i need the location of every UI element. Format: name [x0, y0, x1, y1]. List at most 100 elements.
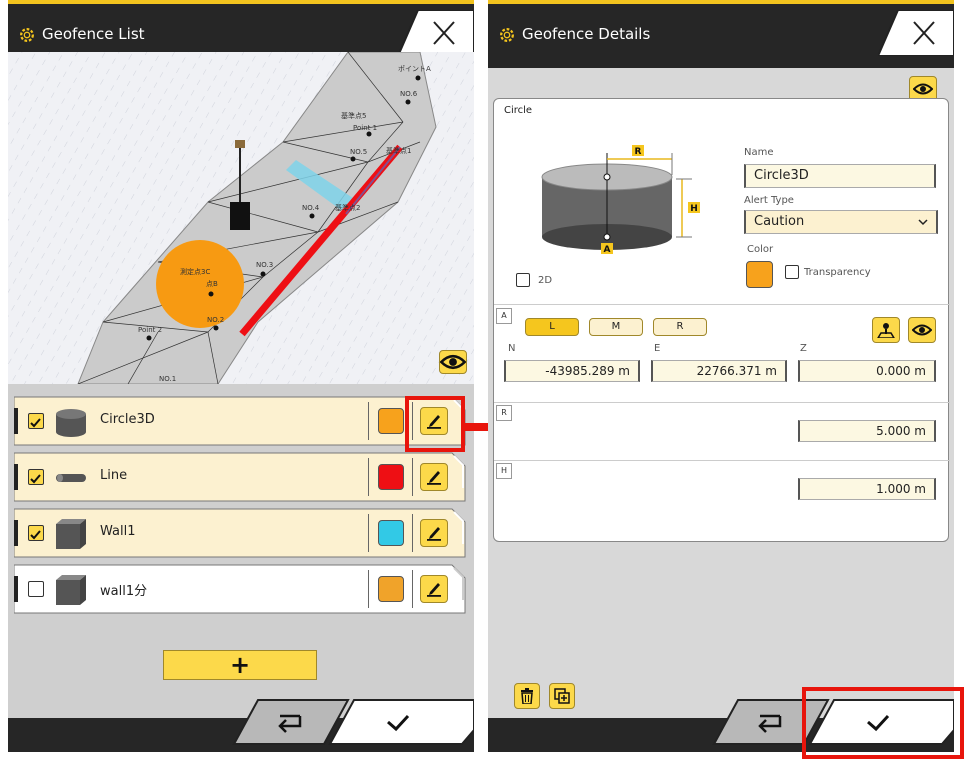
geofence-details-panel: Geofence Details Circle R H A 2D Name Ci… — [488, 0, 954, 752]
section-h-tag: H — [496, 463, 512, 479]
duplicate-button[interactable] — [549, 683, 575, 709]
section-r-tag: R — [496, 405, 512, 421]
visibility-checkbox[interactable] — [28, 413, 44, 429]
map-visibility-button[interactable] — [439, 350, 467, 374]
height-label: H — [690, 204, 698, 214]
e-label: E — [654, 343, 661, 354]
map-view[interactable]: ポイントA NO.6 基準点5 Point 1 NO.5 基準点1 NO.4 基… — [8, 52, 474, 384]
pencil-icon — [427, 527, 441, 541]
divider — [368, 570, 369, 608]
n-label: N — [508, 343, 516, 354]
close-button[interactable] — [396, 9, 474, 57]
name-label: Name — [744, 147, 774, 158]
plus-icon: + — [229, 651, 251, 679]
eye-icon — [912, 324, 932, 336]
radius-field[interactable]: 5.000 m — [798, 420, 936, 442]
align-right-button[interactable]: R — [653, 318, 707, 336]
map-label: NO.2 — [207, 316, 224, 324]
divider — [368, 458, 369, 496]
2d-checkbox[interactable] — [516, 273, 530, 287]
visibility-checkbox[interactable] — [28, 581, 44, 597]
confirm-highlight — [802, 687, 964, 759]
confirm-button[interactable] — [328, 699, 474, 745]
divider — [412, 514, 413, 552]
map-label: 測定点3C — [180, 267, 210, 276]
map-label: Point 1 — [353, 124, 377, 132]
check-icon — [30, 474, 41, 484]
edit-button[interactable] — [420, 463, 448, 491]
visibility-checkbox[interactable] — [28, 525, 44, 541]
alert-type-select[interactable]: Caution — [744, 210, 938, 234]
map-canvas[interactable]: ポイントA NO.6 基準点5 Point 1 NO.5 基準点1 NO.4 基… — [8, 52, 474, 384]
close-button[interactable] — [876, 9, 954, 57]
copy-icon — [554, 688, 570, 704]
point-visibility-button[interactable] — [908, 317, 936, 343]
map-label: Point 2 — [138, 326, 162, 334]
box-icon — [56, 519, 86, 549]
geofence-name: Circle3D — [100, 412, 155, 427]
e-coordinate-field[interactable]: 22766.371 m — [651, 360, 787, 382]
chevron-down-icon — [918, 219, 928, 226]
transparency-checkbox[interactable] — [785, 265, 799, 279]
position-from-machine-button[interactable] — [872, 317, 900, 343]
map-label: 基準点5 — [341, 111, 366, 120]
edit-button[interactable] — [420, 519, 448, 547]
edit-button[interactable] — [420, 575, 448, 603]
pencil-icon — [427, 471, 441, 485]
section-a-tag: A — [496, 308, 512, 324]
alert-type-value: Caution — [754, 214, 805, 229]
page-title: Geofence List — [42, 25, 145, 43]
name-field[interactable]: Circle3D — [744, 164, 936, 188]
divider — [412, 458, 413, 496]
align-left-button[interactable]: L — [525, 318, 579, 336]
color-swatch[interactable] — [378, 408, 404, 434]
z-label: Z — [800, 343, 807, 354]
delete-button[interactable] — [514, 683, 540, 709]
circle3d-geofence[interactable] — [156, 240, 244, 328]
list-item[interactable]: Circle3D — [14, 396, 466, 446]
visibility-checkbox[interactable] — [28, 469, 44, 485]
list-item[interactable]: Wall1 — [14, 508, 466, 558]
trash-icon — [521, 688, 533, 704]
pencil-icon — [427, 583, 441, 597]
divider — [368, 514, 369, 552]
check-icon — [30, 530, 41, 540]
map-label: NO.4 — [302, 204, 320, 212]
cylinder-diagram: R H A — [541, 145, 700, 255]
map-label: NO.6 — [400, 90, 418, 98]
gear-icon — [500, 28, 514, 42]
color-swatch[interactable] — [378, 576, 404, 602]
geofence-name: Wall1 — [100, 524, 136, 539]
color-swatch[interactable] — [378, 520, 404, 546]
line-icon — [56, 474, 86, 482]
geofence-name: Line — [100, 468, 128, 483]
back-button[interactable] — [232, 699, 350, 745]
edit-highlight — [405, 396, 465, 452]
map-label: NO.3 — [256, 261, 273, 269]
divider — [412, 570, 413, 608]
transparency-label: Transparency — [804, 267, 871, 278]
page-title: Geofence Details — [522, 25, 651, 43]
align-middle-button[interactable]: M — [589, 318, 643, 336]
z-coordinate-field[interactable]: 0.000 m — [798, 360, 936, 382]
map-label: 基準点1 — [386, 146, 411, 155]
list-item[interactable]: Line — [14, 452, 466, 502]
n-coordinate-field[interactable]: -43985.289 m — [504, 360, 640, 382]
close-icon — [876, 9, 954, 57]
map-label: NO.5 — [350, 148, 367, 156]
tab-circle: Circle — [504, 105, 533, 116]
alert-type-label: Alert Type — [744, 195, 794, 206]
map-label: 基準点2 — [335, 203, 360, 212]
map-label: ポイントA — [398, 65, 431, 73]
color-picker[interactable] — [746, 261, 773, 288]
color-swatch[interactable] — [378, 464, 404, 490]
add-geofence-button[interactable]: + — [163, 650, 317, 680]
list-item[interactable]: wall1分 — [14, 564, 466, 614]
geofence-name: wall1分 — [100, 584, 148, 599]
geofence-list-panel: Geofence List ポイントA NO.6 基準点5 Point 1 NO… — [8, 0, 474, 752]
box-icon — [56, 575, 86, 605]
eye-icon — [913, 83, 933, 95]
gear-icon — [20, 28, 34, 42]
cylinder-icon — [56, 409, 86, 437]
height-field[interactable]: 1.000 m — [798, 478, 936, 500]
